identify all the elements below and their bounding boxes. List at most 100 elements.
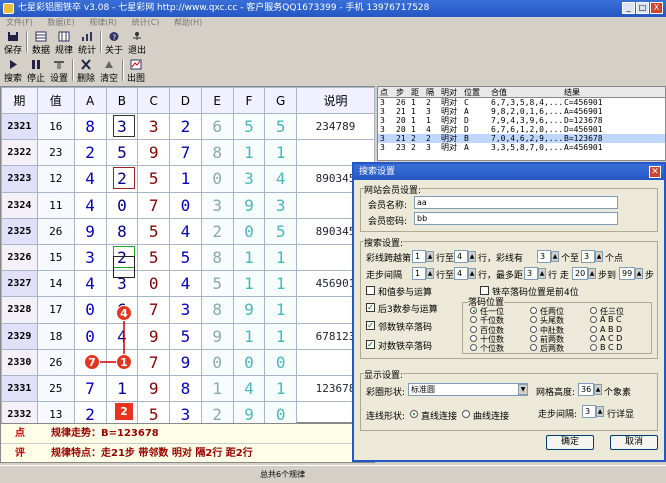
maximize-button[interactable]: □ [636, 2, 649, 14]
spin-button[interactable]: ▲ [426, 251, 434, 262]
pair-checkbox[interactable]: ✓ [366, 340, 375, 349]
points-from-field[interactable]: 3 [537, 250, 551, 263]
spin-button[interactable]: ▲ [595, 251, 603, 262]
fall-position-radio[interactable] [470, 334, 477, 342]
fall-position-radio[interactable] [470, 307, 477, 314]
spin-button[interactable]: ▲ [596, 406, 604, 417]
fall-position-radio[interactable] [530, 307, 537, 314]
result-header-cell[interactable]: 合值 [491, 87, 507, 98]
fall-position-radio[interactable] [590, 334, 597, 342]
span-to-field[interactable]: 4 [454, 250, 468, 263]
exit-button[interactable]: 退出 [126, 30, 148, 56]
result-row[interactable]: 3 20 1 4 明对 D 6,7,6,1,2,0,... D=456901 [378, 125, 665, 134]
adjacent-checkbox[interactable]: ✓ [366, 321, 375, 330]
search-button[interactable]: 搜索 [2, 58, 24, 84]
spin-button[interactable]: ▲ [551, 251, 559, 262]
fall-position-radio[interactable] [590, 307, 597, 314]
result-row[interactable]: 3 21 2 2 明对 B 7,0,4,6,2,9,... B=123678 [378, 134, 665, 143]
stop-button[interactable]: 停止 [25, 58, 47, 84]
steps-to-label: 步到 [598, 271, 617, 281]
result-cell: 2 [426, 134, 431, 143]
result-header-cell[interactable]: 点 [380, 87, 388, 98]
result-header-cell[interactable]: 距 [411, 87, 419, 98]
result-row[interactable]: 3 23 2 3 明对 A 3,3,5,8,7,0,... A=456901 [378, 143, 665, 152]
fall-position-radio[interactable] [530, 334, 537, 342]
menu-help[interactable]: 帮助(H) [174, 18, 202, 27]
gap-from-field[interactable]: 1 [412, 267, 426, 280]
steps-to-field[interactable]: 99 [619, 267, 635, 280]
fall-position-radio[interactable] [530, 325, 537, 333]
points-to-field[interactable]: 3 [581, 250, 595, 263]
fall-position-radio-label: A B C [600, 315, 622, 325]
toolbar-separator [26, 31, 28, 53]
display-group [360, 373, 658, 431]
result-header-cell[interactable]: 结果 [564, 87, 580, 98]
max-dist-field[interactable]: 3 [524, 267, 538, 280]
menu-bar: 文件(F) 数据(E) 规律(R) 统计(C) 帮助(H) [0, 17, 666, 29]
circle-shape-select[interactable]: 标准圆 [408, 383, 528, 396]
settings-button[interactable]: 设置 [48, 58, 70, 84]
result-row[interactable]: 3 21 1 3 明对 A 9,8,2,0,1,6,... A=456901 [378, 107, 665, 116]
menu-rule[interactable]: 规律(R) [89, 18, 117, 27]
menu-stats[interactable]: 统计(C) [132, 18, 160, 27]
last3-label: 后3数参与运算 [378, 305, 438, 315]
cancel-button[interactable]: 取消 [610, 435, 658, 450]
span-from-field[interactable]: 1 [412, 250, 426, 263]
chevron-down-icon[interactable]: ▼ [518, 384, 528, 395]
ok-button[interactable]: 确定 [546, 435, 594, 450]
save-button[interactable]: 保存 [2, 30, 24, 56]
member-pwd-field[interactable]: bb [414, 212, 618, 225]
result-header-cell[interactable]: 位置 [464, 87, 480, 98]
result-cell: 3,3,5,8,7,0,... [491, 143, 564, 152]
span-from-label: 彩线跨越第 [366, 254, 412, 264]
result-cell: D [464, 125, 469, 134]
clear-button[interactable]: 清空 [98, 58, 120, 84]
pair-label: 对数铁卒落码 [378, 342, 433, 352]
line-has-label: 行，彩线有 [478, 254, 524, 264]
line-curve-radio[interactable] [462, 410, 470, 418]
fall-position-radio[interactable] [470, 325, 477, 333]
spin-button[interactable]: ▲ [635, 268, 643, 279]
line-straight-radio[interactable] [410, 410, 418, 418]
result-list[interactable]: 点步距隔明对 位置 合值 结果 3 26 1 2 明对 C 6,7,3,5,8,4,... C=45… [377, 86, 666, 161]
stats-button[interactable]: 统计 [76, 30, 98, 56]
result-cell: 3 [426, 107, 431, 116]
spin-button[interactable]: ▲ [468, 268, 476, 279]
about-button[interactable]: ? 关于 [103, 30, 125, 56]
spin-button[interactable]: ▲ [588, 268, 596, 279]
steps-unit-label: 步 [645, 271, 655, 281]
clear-icon [105, 61, 113, 68]
steps-from-field[interactable]: 20 [572, 267, 588, 280]
step-interval-field[interactable]: 3 [582, 405, 596, 418]
sum-checkbox[interactable] [366, 286, 375, 295]
result-cell: 1 [411, 116, 416, 125]
export-chart-button[interactable]: 出图 [125, 58, 147, 84]
data-button[interactable]: 数据 [30, 30, 52, 56]
grid-height-field[interactable]: 36 [578, 383, 594, 396]
fall-position-checkbox[interactable] [480, 286, 489, 295]
last3-checkbox[interactable]: ✓ [366, 303, 375, 312]
spin-button[interactable]: ▲ [468, 251, 476, 262]
result-header-cell[interactable]: 明对 [441, 87, 457, 98]
result-header-cell[interactable]: 隔 [426, 87, 434, 98]
result-header-cell[interactable]: 步 [396, 87, 404, 98]
result-cell: 明对 [441, 116, 457, 125]
result-row[interactable]: 3 20 1 1 明对 D 7,9,4,3,9,6,... D=123678 [378, 116, 665, 125]
dialog-close-button[interactable]: ✕ [649, 166, 661, 178]
menu-data[interactable]: 数据(E) [47, 18, 74, 27]
result-row[interactable]: 3 26 1 2 明对 C 6,7,3,5,8,4,... C=456901 [378, 98, 665, 107]
fall-position-radio-label: A C D [600, 333, 623, 343]
fall-position-radio[interactable] [590, 325, 597, 333]
close-button[interactable]: X [650, 2, 663, 14]
minimize-button[interactable]: _ [622, 2, 635, 14]
spin-button[interactable]: ▲ [426, 268, 434, 279]
rule-button[interactable]: 规律 [53, 30, 75, 56]
spin-button[interactable]: ▲ [594, 384, 602, 395]
gap-to-field[interactable]: 4 [454, 267, 468, 280]
menu-file[interactable]: 文件(F) [6, 18, 33, 27]
delete-button[interactable]: 删除 [75, 58, 97, 84]
result-cell: 3 [380, 98, 385, 107]
member-name-field[interactable]: aa [414, 196, 618, 209]
spin-button[interactable]: ▲ [538, 268, 546, 279]
result-cell: 21 [396, 107, 406, 116]
